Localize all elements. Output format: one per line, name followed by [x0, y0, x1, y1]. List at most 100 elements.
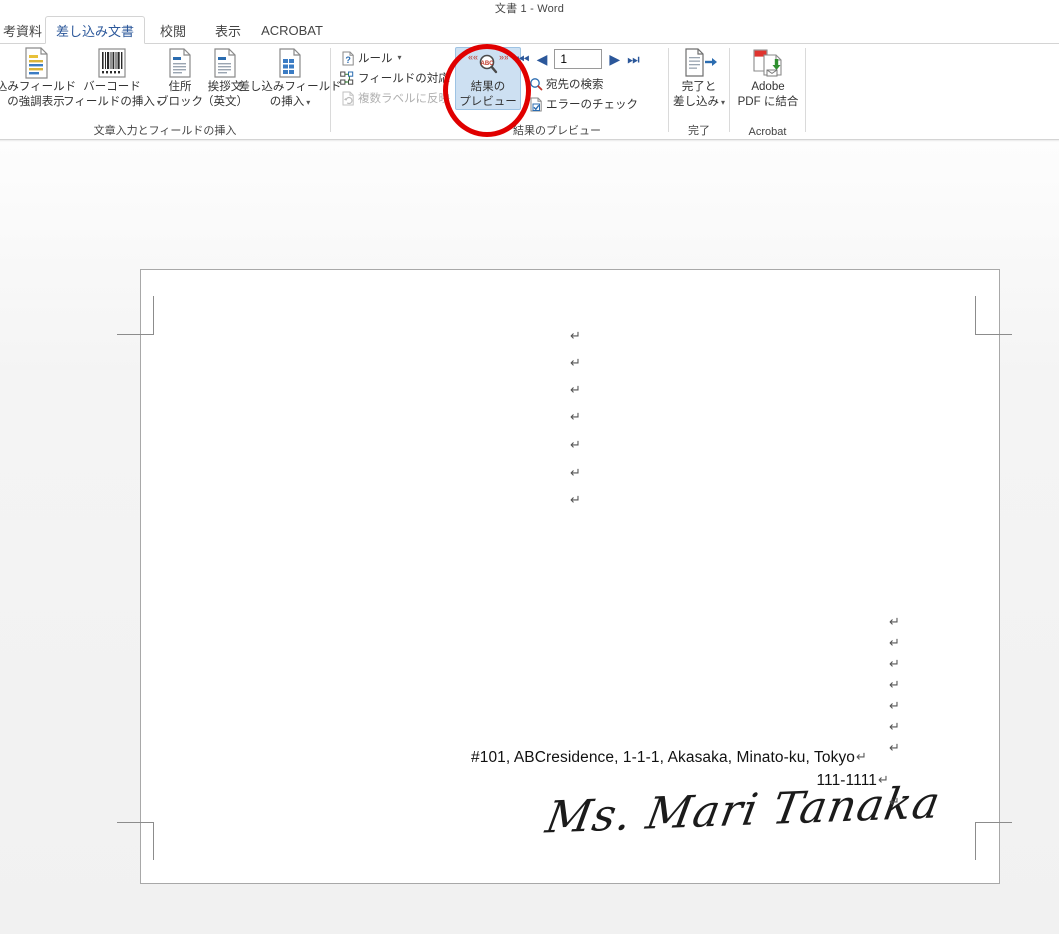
- greeting-line-icon: [211, 46, 239, 80]
- match-fields-label: フィールドの対応: [358, 73, 450, 85]
- match-fields-button[interactable]: フィールドの対応: [340, 70, 450, 86]
- highlight-merge-fields-label-line2: の強調表示: [7, 95, 65, 108]
- barcode-field-icon: [96, 46, 128, 80]
- paragraph-mark: ↵: [570, 329, 581, 344]
- check-errors-icon: [528, 97, 543, 112]
- first-record-icon[interactable]: ⏮: [517, 52, 530, 66]
- insert-merge-field-icon: [276, 46, 304, 80]
- next-record-icon[interactable]: ▶: [609, 52, 620, 66]
- barcode-field-button[interactable]: バーコード フィールドの挿入 ▾: [62, 46, 162, 109]
- address-line-1-text: #101, ABCresidence, 1-1-1, Akasaka, Mina…: [471, 749, 856, 766]
- paragraph-mark: ↵: [889, 795, 900, 810]
- check-errors-button[interactable]: エラーのチェック: [528, 96, 638, 112]
- paragraph-mark: ↵: [570, 383, 581, 398]
- tab-references[interactable]: 考資料: [0, 16, 45, 44]
- insert-merge-field-label-line1: 差し込みフィールド: [238, 81, 342, 93]
- update-labels-button: 複数ラベルに反映: [340, 90, 450, 106]
- address-line-1: #101, ABCresidence, 1-1-1, Akasaka, Mina…: [471, 749, 868, 767]
- paragraph-mark: ↵: [889, 720, 900, 735]
- barcode-field-label-line1: バーコード: [83, 81, 141, 93]
- merge-to-adobe-pdf-label-line2: PDF に結合: [737, 95, 799, 108]
- rules-icon: ?: [340, 51, 355, 66]
- word-application-window: 文書 1 - Word 考資料 差し込み文書 校閲 表示 ACROBAT 込みフ…: [0, 0, 1059, 934]
- paragraph-mark: ↵: [889, 636, 900, 651]
- preview-results-label-line1: 結果の: [470, 81, 506, 93]
- rules-label: ルール: [358, 53, 393, 65]
- ribbon-group-label-finish: 完了: [688, 125, 710, 137]
- update-labels-icon: [340, 91, 355, 106]
- svg-text:»: »: [504, 52, 508, 62]
- check-errors-label: エラーのチェック: [546, 99, 638, 111]
- find-recipient-icon: [528, 77, 543, 92]
- ribbon-group-label-acrobat: Acrobat: [748, 126, 787, 138]
- greeting-line-label-line2: （英文）: [202, 95, 248, 108]
- paragraph-mark: ↵: [889, 699, 900, 714]
- rules-dropdown-caret[interactable]: ▾: [398, 54, 402, 62]
- address-line-2-text: 111-1111: [816, 772, 877, 789]
- group-separator-4: [805, 48, 806, 132]
- paragraph-mark: ↵: [889, 615, 900, 630]
- svg-text:ABC: ABC: [481, 61, 495, 67]
- paragraph-mark: ↵: [889, 657, 900, 672]
- paragraph-mark: ↵: [889, 678, 900, 693]
- title-bar: 文書 1 - Word: [0, 0, 1059, 16]
- ribbon-group-finish: 完了と 差し込み ▾ 完了: [669, 44, 729, 139]
- preview-results-label-line2: プレビュー: [459, 95, 517, 108]
- group-separator-1: [330, 48, 331, 132]
- rules-button[interactable]: ? ルール ▾: [340, 50, 402, 66]
- paragraph-mark: ↵: [570, 410, 581, 425]
- ribbon-group-acrobat: Adobe PDF に結合 Acrobat: [730, 44, 805, 139]
- tab-acrobat[interactable]: ACROBAT: [256, 16, 328, 44]
- last-record-icon[interactable]: ⏭: [627, 52, 640, 66]
- paragraph-mark: ↵: [878, 773, 889, 788]
- address-block-label-line1: 住所: [168, 81, 192, 93]
- address-line-2: 111-1111↵: [471, 772, 888, 790]
- update-labels-label: 複数ラベルに反映: [358, 93, 450, 105]
- address-block-icon: [166, 46, 194, 80]
- previous-record-icon[interactable]: ◀: [537, 52, 548, 66]
- finish-and-merge-dropdown-caret[interactable]: ▾: [721, 98, 725, 107]
- svg-text:«: «: [473, 52, 478, 62]
- highlight-merge-fields-icon: [21, 46, 51, 80]
- ribbon-group-write-and-insert-fields: 込みフィールド の強調表示 バーコード フィールドの挿入 ▾ 住所 ブロック 挨…: [0, 44, 342, 139]
- ribbon-group-label-preview-results: 結果のプレビュー: [513, 125, 601, 137]
- document-workspace[interactable]: ↵ ↵ ↵ ↵ ↵ ↵ ↵ Ms. Mari Tanaka ↵ ↵ ↵ ↵ ↵ …: [0, 142, 1059, 934]
- find-recipient-label: 宛先の検索: [546, 79, 604, 91]
- greeting-line-label-line1: 挨拶文: [207, 81, 243, 93]
- merge-to-adobe-pdf-label-line1: Adobe: [751, 81, 785, 93]
- document-page[interactable]: ↵ ↵ ↵ ↵ ↵ ↵ ↵ Ms. Mari Tanaka ↵ ↵ ↵ ↵ ↵ …: [117, 269, 1012, 884]
- ribbon: 込みフィールド の強調表示 バーコード フィールドの挿入 ▾ 住所 ブロック 挨…: [0, 44, 1059, 140]
- ribbon-group-label-write-insert: 文章入力とフィールドの挿入: [93, 125, 237, 137]
- record-navigator: ⏮ ◀ 1 ▶ ⏭: [517, 49, 640, 69]
- finish-and-merge-label-line2-text: 差し込み: [672, 95, 719, 108]
- finish-and-merge-label-line2: 差し込み ▾: [673, 96, 725, 110]
- preview-results-icon: ABC «« »»: [468, 50, 508, 80]
- ribbon-tab-strip: 考資料 差し込み文書 校閲 表示 ACROBAT: [0, 16, 1059, 44]
- record-number-input[interactable]: 1: [554, 49, 603, 69]
- finish-and-merge-button[interactable]: 完了と 差し込み ▾: [664, 46, 734, 109]
- find-recipient-button[interactable]: 宛先の検索: [528, 76, 604, 92]
- svg-text:?: ?: [345, 55, 351, 65]
- merge-to-adobe-pdf-icon: [750, 46, 786, 80]
- paragraph-mark: ↵: [570, 493, 581, 508]
- insert-merge-field-label-line2-text: の挿入: [269, 95, 305, 108]
- paragraph-mark: ↵: [856, 750, 868, 765]
- paragraph-mark: ↵: [889, 741, 900, 756]
- barcode-field-label-line2-text: フィールドの挿入: [63, 95, 155, 108]
- paragraph-mark: ↵: [570, 466, 581, 481]
- barcode-field-label-line2: フィールドの挿入 ▾: [63, 96, 161, 110]
- tab-mailings[interactable]: 差し込み文書: [45, 16, 145, 44]
- finish-and-merge-icon: [681, 46, 717, 80]
- tab-view[interactable]: 表示: [203, 16, 253, 44]
- tab-review[interactable]: 校閲: [148, 16, 198, 44]
- match-fields-icon: [340, 71, 355, 86]
- insert-merge-field-label-line2: の挿入 ▾: [270, 96, 311, 110]
- insert-merge-field-button[interactable]: 差し込みフィールド の挿入 ▾: [238, 46, 342, 110]
- paragraph-mark: ↵: [570, 356, 581, 371]
- paragraph-mark: ↵: [570, 438, 581, 453]
- finish-and-merge-label-line1: 完了と: [681, 81, 717, 93]
- window-title: 文書 1 - Word: [494, 3, 565, 15]
- preview-results-button[interactable]: ABC «« »» 結果の プレビュー: [455, 47, 521, 110]
- merge-to-adobe-pdf-button[interactable]: Adobe PDF に結合: [728, 46, 808, 109]
- insert-merge-field-dropdown-caret[interactable]: ▾: [306, 98, 310, 107]
